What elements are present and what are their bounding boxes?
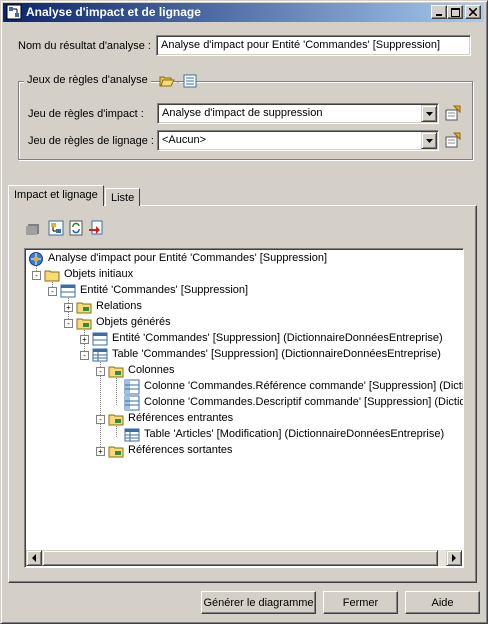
chevron-left-icon [32, 554, 36, 562]
lineage-ruleset-label: Jeu de règles de lignage : [28, 135, 154, 147]
tree-node-label: Références entrantes [128, 412, 234, 424]
generate-diagram-icon[interactable] [48, 220, 64, 236]
lineage-properties-icon[interactable] [444, 131, 462, 149]
collapse-icon[interactable]: - [48, 287, 57, 296]
column-icon [124, 395, 140, 411]
tree-line [116, 378, 117, 405]
folder-icon [76, 302, 92, 314]
lineage-ruleset-dropdown[interactable] [421, 132, 437, 149]
open-folder-icon[interactable] [159, 74, 175, 88]
title-bar[interactable]: Analyse d'impact et de lignage [3, 3, 484, 22]
close-dialog-button[interactable]: Fermer [323, 591, 398, 614]
tree-node-label: Entité 'Commandes' [Suppression] [80, 284, 249, 296]
impact-tree[interactable]: Analyse d'impact pour Entité 'Commandes'… [24, 248, 464, 568]
separator-dash: - [176, 76, 180, 88]
folder-icon [108, 446, 124, 458]
minimize-button[interactable] [431, 5, 447, 19]
tree-node-label: Colonnes [128, 364, 175, 376]
tab-impact-lineage[interactable]: Impact et lignage [8, 185, 104, 206]
generate-diagram-button[interactable]: Générer le diagramme [201, 591, 316, 614]
analysis-root-icon [29, 252, 43, 266]
column-icon [124, 379, 140, 395]
scroll-thumb[interactable] [42, 550, 438, 566]
properties-icon[interactable] [25, 220, 41, 236]
expand-icon[interactable]: + [64, 303, 73, 312]
result-name-field[interactable]: Analyse d'impact pour Entité 'Commandes'… [156, 35, 471, 56]
window-title: Analyse d'impact et de lignage [26, 5, 201, 19]
impact-analysis-icon [6, 4, 22, 20]
horizontal-scrollbar[interactable] [26, 550, 462, 566]
expand-icon[interactable]: + [80, 335, 89, 344]
tree-node-label: Objets générés [96, 316, 171, 328]
table-icon [92, 348, 108, 362]
maximize-button[interactable] [447, 5, 463, 19]
scroll-left-button[interactable] [26, 550, 42, 566]
chevron-right-icon [452, 554, 456, 562]
folder-icon [44, 270, 60, 282]
help-button[interactable]: Aide [405, 591, 480, 614]
collapse-icon[interactable]: - [64, 319, 73, 328]
entity-icon [60, 284, 76, 298]
delete-icon[interactable] [88, 220, 104, 236]
tree-line [116, 426, 117, 437]
lineage-ruleset-select[interactable]: <Aucun> [157, 130, 439, 151]
scroll-right-button[interactable] [446, 550, 462, 566]
impact-ruleset-label: Jeu de règles d'impact : [28, 108, 144, 120]
tree-node-label: Colonne 'Commandes.Référence commande' [… [144, 380, 464, 392]
tree-node-label: Objets initiaux [64, 268, 134, 280]
close-button[interactable] [465, 5, 481, 19]
tree-node-label: Colonne 'Commandes.Descriptif commande' … [144, 396, 464, 408]
tree-node-label: Relations [96, 300, 142, 312]
tab-list[interactable]: Liste [105, 188, 141, 206]
chevron-down-icon [425, 138, 433, 143]
collapse-icon[interactable]: - [32, 271, 41, 280]
tree-node-label: Références sortantes [128, 444, 233, 456]
folder-icon [76, 318, 92, 330]
tree-node-label: Table 'Commandes' [Suppression] (Diction… [112, 348, 441, 360]
collapse-icon[interactable]: - [96, 367, 105, 376]
chevron-down-icon [425, 111, 433, 116]
tree-node-label: Entité 'Commandes' [Suppression] (Dictio… [112, 332, 443, 344]
minimize-icon [436, 14, 442, 16]
entity-icon [92, 332, 108, 346]
ruleset-list-icon[interactable] [183, 74, 197, 88]
refresh-icon[interactable] [68, 220, 84, 236]
close-icon [469, 8, 477, 16]
collapse-icon[interactable]: - [96, 415, 105, 424]
folder-icon [108, 366, 124, 378]
collapse-icon[interactable]: - [80, 351, 89, 360]
impact-ruleset-dropdown[interactable] [421, 105, 437, 122]
folder-icon [108, 414, 124, 426]
tree-node-label: Analyse d'impact pour Entité 'Commandes'… [48, 252, 327, 264]
impact-ruleset-select[interactable]: Analyse d'impact de suppression [157, 103, 439, 124]
maximize-icon [450, 7, 460, 17]
rulesets-group-title: Jeux de règles d'analyse [24, 74, 151, 86]
impact-properties-icon[interactable] [444, 104, 462, 122]
expand-icon[interactable]: + [96, 447, 105, 456]
result-name-label: Nom du résultat d'analyse : [18, 40, 151, 52]
table-icon [124, 428, 140, 442]
tree-node-label: Table 'Articles' [Modification] (Diction… [144, 428, 445, 440]
